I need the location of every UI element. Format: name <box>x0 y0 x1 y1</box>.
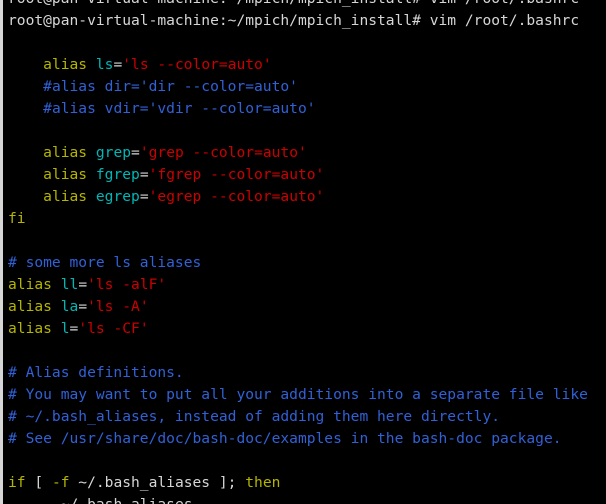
text-span <box>8 496 43 504</box>
text-span: egrep <box>95 188 140 205</box>
terminal-line-prompt-line-clipped: root@pan-virtual-machine:~/mpich/mpich_i… <box>3 0 606 10</box>
text-span: . <box>43 496 52 504</box>
text-span: # You may want to put all your additions… <box>8 386 588 403</box>
text-span: grep <box>95 144 132 161</box>
terminal-line-blank-4 <box>3 340 606 362</box>
text-span <box>8 166 43 183</box>
text-span <box>87 166 96 183</box>
text-span: alias <box>43 166 88 183</box>
terminal-line-alias-grep: alias grep='grep --color=auto' <box>3 142 606 164</box>
text-span: 'ls -CF' <box>78 320 149 337</box>
text-span: alias <box>8 276 52 293</box>
terminal-line-blank-2 <box>3 120 606 142</box>
terminal-line-alias-ls: alias ls='ls --color=auto' <box>3 54 606 76</box>
terminal-line-blank-1 <box>3 32 606 54</box>
text-span: # some more ls aliases <box>8 254 202 271</box>
text-span: = <box>139 166 149 183</box>
text-span: ls <box>95 56 114 73</box>
text-span <box>52 276 61 293</box>
terminal-line-comment-alias-vdir: #alias vdir='vdir --color=auto' <box>3 98 606 120</box>
text-span: = <box>78 298 88 315</box>
terminal-line-alias-egrep: alias egrep='egrep --color=auto' <box>3 186 606 208</box>
terminal-line-alias-ll: alias ll='ls -alF' <box>3 274 606 296</box>
terminal-line-blank-3 <box>3 230 606 252</box>
text-span: -f <box>51 474 70 491</box>
text-span <box>87 144 96 161</box>
text-span: root@pan-virtual-machine:~/mpich/mpich_i… <box>8 0 579 7</box>
terminal-screen[interactable]: root@pan-virtual-machine:~/mpich/mpich_i… <box>3 0 606 504</box>
text-span: = <box>69 320 79 337</box>
text-span <box>8 78 43 95</box>
text-span <box>87 188 96 205</box>
text-span <box>52 320 61 337</box>
text-span: l <box>60 320 70 337</box>
text-span: 'fgrep --color=auto' <box>148 166 325 183</box>
terminal-line-fi-1: fi <box>3 208 606 230</box>
text-span: ~/.bash_aliases <box>52 496 193 504</box>
text-span: # Alias definitions. <box>8 364 184 381</box>
terminal-line-comment-see-usr-share: # See /usr/share/doc/bash-doc/examples i… <box>3 428 606 450</box>
terminal-line-blank-5 <box>3 450 606 472</box>
text-span: 'grep --color=auto' <box>139 144 307 161</box>
text-span: #alias vdir='vdir --color=auto' <box>43 100 316 117</box>
text-span <box>52 298 61 315</box>
text-span <box>8 56 43 73</box>
text-span: alias <box>43 56 88 73</box>
terminal-line-comment-bash-aliases: # ~/.bash_aliases, instead of adding the… <box>3 406 606 428</box>
terminal-line-prompt-line: root@pan-virtual-machine:~/mpich/mpich_i… <box>3 10 606 32</box>
terminal-line-comment-alias-definitions: # Alias definitions. <box>3 362 606 384</box>
text-span: then <box>245 474 281 491</box>
text-span: root@pan-virtual-machine:~/mpich/mpich_i… <box>8 12 580 29</box>
terminal-line-comment-you-may-want: # You may want to put all your additions… <box>3 384 606 406</box>
text-span: alias <box>8 320 52 337</box>
terminal-line-comment-alias-dir: #alias dir='dir --color=auto' <box>3 76 606 98</box>
text-span: ~/.bash_aliases ]; <box>69 474 246 491</box>
text-span: [ <box>25 474 52 491</box>
terminal-line-source-bash-aliases: . ~/.bash_aliases <box>3 494 606 504</box>
terminal-line-alias-la: alias la='ls -A' <box>3 296 606 318</box>
text-span: 'ls -alF' <box>87 276 167 293</box>
terminal-window[interactable]: root@pan-virtual-machine:~/mpich/mpich_i… <box>0 0 606 504</box>
text-span: alias <box>43 144 88 161</box>
terminal-line-alias-l: alias l='ls -CF' <box>3 318 606 340</box>
text-span: 'egrep --color=auto' <box>148 188 325 205</box>
text-span: # See /usr/share/doc/bash-doc/examples i… <box>8 430 562 447</box>
text-span: if <box>8 474 26 491</box>
text-span <box>8 100 43 117</box>
text-span: alias <box>43 188 88 205</box>
text-span: # ~/.bash_aliases, instead of adding the… <box>8 408 501 425</box>
text-span: ll <box>60 276 79 293</box>
terminal-line-comment-some-more-ls-aliases: # some more ls aliases <box>3 252 606 274</box>
text-span: 'ls --color=auto' <box>122 56 272 73</box>
text-span: fi <box>8 210 26 227</box>
text-span: = <box>113 56 123 73</box>
text-span <box>8 188 43 205</box>
text-span: = <box>78 276 88 293</box>
text-span: = <box>131 144 140 161</box>
text-span <box>8 144 43 161</box>
text-span: alias <box>8 298 52 315</box>
terminal-line-if-bash-aliases: if [ -f ~/.bash_aliases ]; then <box>3 472 606 494</box>
text-span: #alias dir='dir --color=auto' <box>43 78 298 95</box>
text-span: la <box>60 298 79 315</box>
text-span <box>87 56 96 73</box>
terminal-line-alias-fgrep: alias fgrep='fgrep --color=auto' <box>3 164 606 186</box>
text-span: 'ls -A' <box>87 298 149 315</box>
text-span: fgrep <box>95 166 140 183</box>
text-span: = <box>139 188 149 205</box>
